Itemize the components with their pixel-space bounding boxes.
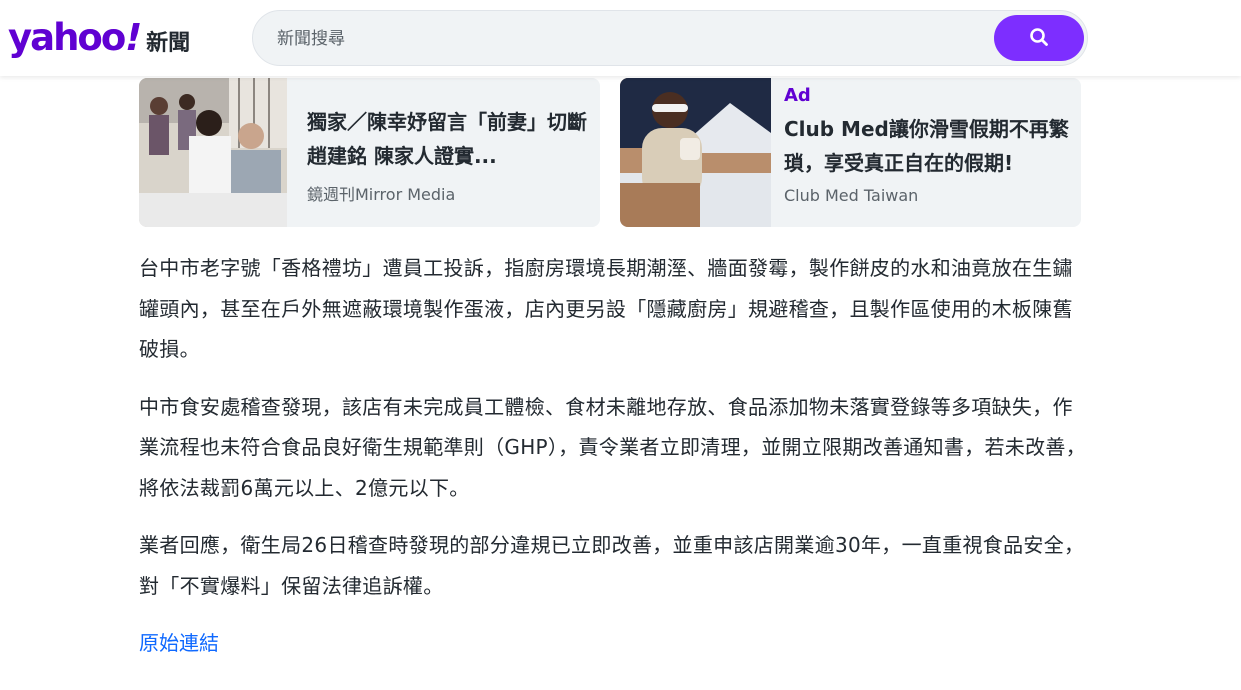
article-paragraph: 台中市老字號「香格禮坊」遭員工投訴，指廚房環境長期潮溼、牆面發霉，製作餅皮的水和… bbox=[139, 256, 1073, 361]
search-input[interactable] bbox=[275, 21, 979, 57]
yahoo-news-logo[interactable]: yahoo! 新聞 bbox=[8, 14, 190, 62]
story-thumbnail bbox=[139, 78, 287, 227]
story-source: 鏡週刊Mirror Media bbox=[307, 185, 456, 204]
ad-title[interactable]: Club Med讓你滑雪假期不再繁瑣，享受真正自在的假期! bbox=[784, 112, 1074, 180]
search-icon bbox=[1029, 27, 1049, 50]
ad-thumbnail bbox=[620, 78, 771, 227]
ad-card[interactable]: Ad Club Med讓你滑雪假期不再繁瑣，享受真正自在的假期! Club Me… bbox=[620, 78, 1081, 227]
logo-exclamation: ! bbox=[120, 16, 147, 59]
logo-wordmark: yahoo bbox=[8, 16, 126, 59]
related-story-card[interactable]: 獨家／陳幸妤留言「前妻」切斷趙建銘 陳家人證實... 鏡週刊Mirror Med… bbox=[139, 78, 600, 227]
search-bar bbox=[252, 10, 1088, 66]
article-body: 台中市老字號「香格禮坊」遭員工投訴，指廚房環境長期潮溼、牆面發霉，製作餅皮的水和… bbox=[139, 248, 1089, 663]
ad-label: Ad bbox=[784, 85, 811, 106]
search-button[interactable] bbox=[994, 15, 1084, 61]
ad-text: Ad Club Med讓你滑雪假期不再繁瑣，享受真正自在的假期! Club Me… bbox=[784, 84, 1074, 205]
article-paragraph: 業者回應，衛生局26日稽查時發現的部分違規已立即改善，並重申該店開業逾30年，一… bbox=[139, 533, 1085, 598]
site-header: yahoo! 新聞 bbox=[0, 0, 1241, 76]
ad-source: Club Med Taiwan bbox=[784, 186, 919, 205]
story-title[interactable]: 獨家／陳幸妤留言「前妻」切斷趙建銘 陳家人證實... bbox=[307, 105, 587, 173]
logo-section-name: 新聞 bbox=[146, 31, 191, 56]
original-link[interactable]: 原始連結 bbox=[139, 631, 219, 655]
article-paragraph: 中市食安處稽查發現，該店有未完成員工體檢、食材未離地存放、食品添加物未落實登錄等… bbox=[139, 394, 1086, 500]
story-text: 獨家／陳幸妤留言「前妻」切斷趙建銘 陳家人證實... 鏡週刊Mirror Med… bbox=[307, 105, 587, 205]
